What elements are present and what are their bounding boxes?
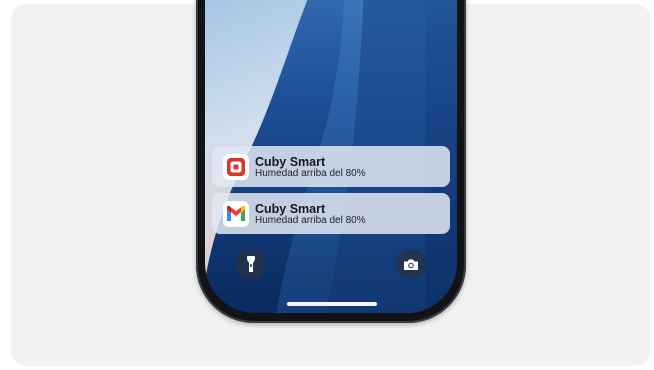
- camera-button[interactable]: [396, 249, 426, 279]
- notification-title: Cuby Smart: [255, 155, 326, 169]
- home-indicator[interactable]: [287, 302, 377, 306]
- notification-gmail[interactable]: Cuby Smart Humedad arriba del 80%: [212, 193, 450, 234]
- flashlight-button[interactable]: [236, 249, 266, 279]
- notification-body: Humedad arriba del 80%: [255, 168, 366, 179]
- notification-title: Cuby Smart: [255, 202, 326, 216]
- camera-icon: [404, 259, 418, 270]
- gmail-icon: [223, 201, 249, 227]
- cuby-app-icon: [223, 154, 249, 180]
- notification-body: Humedad arriba del 80%: [255, 215, 366, 226]
- notification-cuby[interactable]: Cuby Smart Humedad arriba del 80%: [212, 146, 450, 187]
- flashlight-icon: [247, 256, 255, 272]
